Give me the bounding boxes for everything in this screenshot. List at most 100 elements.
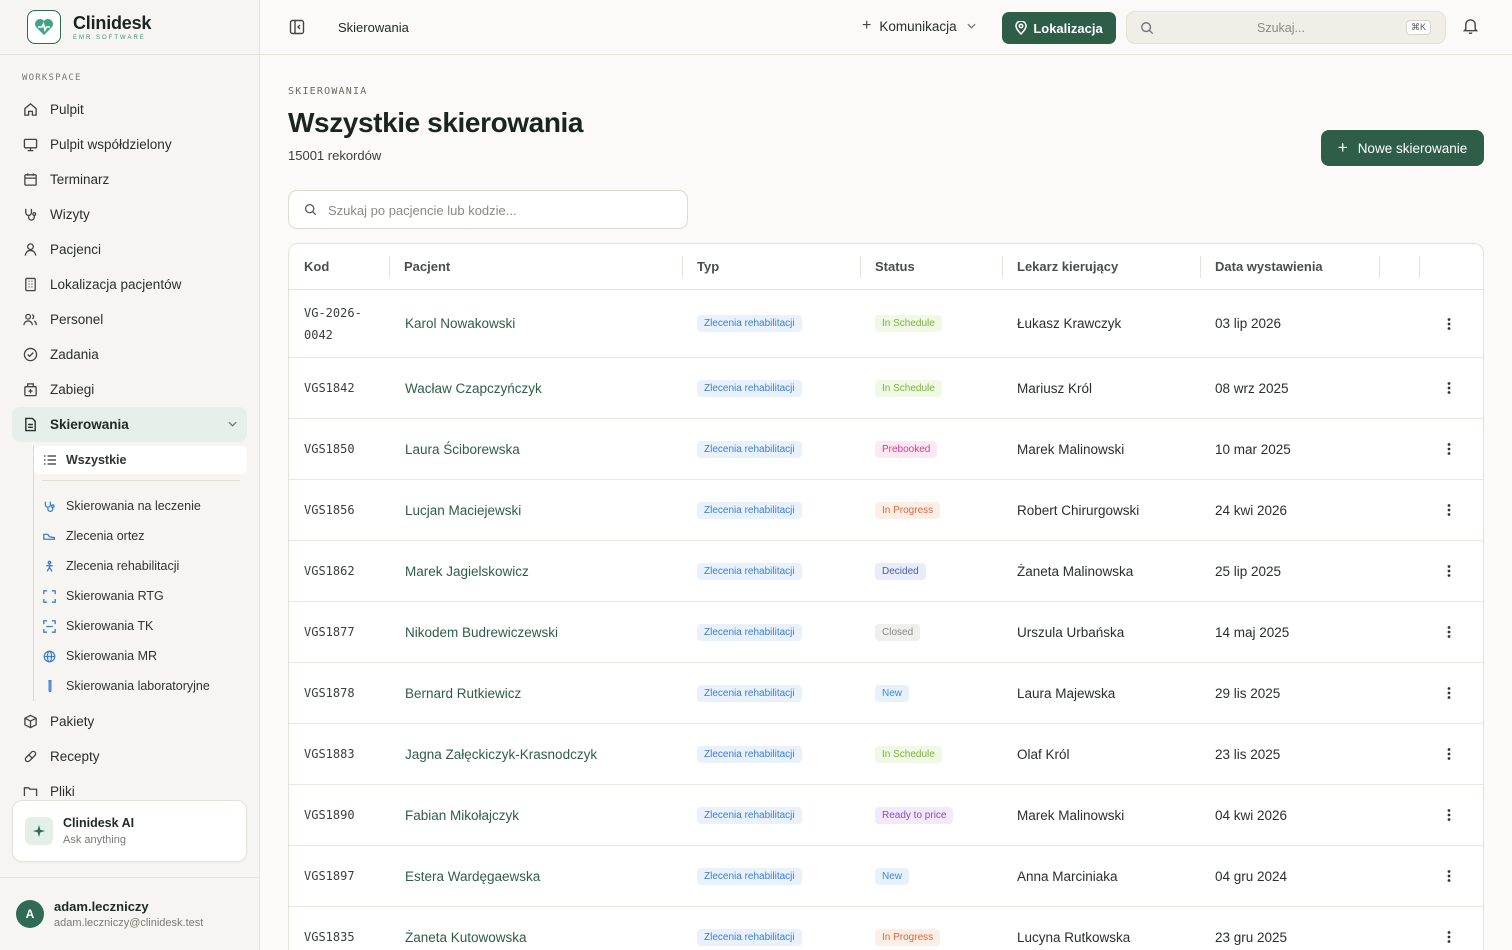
patient-link[interactable]: Bernard Rutkiewicz (405, 663, 521, 723)
sidebar-item-files[interactable]: Pliki (12, 774, 247, 796)
more-actions-icon[interactable] (1447, 541, 1451, 601)
sidebar-item-prescriptions[interactable]: Recepty (12, 739, 247, 774)
status-cell: New (875, 663, 910, 723)
table-row[interactable]: VGS1890 Fabian Mikołajczyk Zlecenia rehabi… (289, 785, 1483, 846)
more-actions-icon[interactable] (1447, 419, 1451, 479)
sidebar-item-patient-locations[interactable]: Lokalizacja pacjentów (12, 267, 247, 302)
patient-link[interactable]: Marek Jagielskowicz (405, 541, 529, 601)
column-header-status[interactable]: Status (875, 259, 915, 274)
plus-icon: + (1337, 138, 1348, 157)
more-actions-icon[interactable] (1447, 358, 1451, 418)
brand[interactable]: Clinidesk EMR SOFTWARE (0, 0, 259, 55)
more-actions-icon[interactable] (1447, 724, 1451, 784)
sub-item-label: Skierowania na leczenie (66, 499, 201, 513)
column-divider (1200, 256, 1201, 278)
type-badge: Zlecenia rehabilitacji (697, 928, 802, 946)
table-row[interactable]: VGS1850 Laura Ściborewska Zlecenia rehabil… (289, 419, 1483, 480)
sub-item-rehab-orders[interactable]: Zlecenia rehabilitacji (34, 551, 247, 581)
column-header-patient[interactable]: Pacjent (404, 259, 450, 274)
column-header-date[interactable]: Data wystawienia (1215, 259, 1323, 274)
status-cell: Prebooked (875, 419, 938, 479)
type-cell: Zlecenia rehabilitacji (697, 724, 802, 784)
global-search-input[interactable]: Szukaj... ⌘K (1126, 11, 1446, 44)
referrals-submenu: Wszystkie Skierowania na leczenie Zlecen… (33, 446, 247, 701)
table-row[interactable]: VGS1856 Lucjan Maciejewski Zlecenia rehabi… (289, 480, 1483, 541)
sub-item-label: Skierowania MR (66, 649, 158, 663)
more-actions-icon[interactable] (1447, 480, 1451, 540)
location-button[interactable]: Lokalizacja (1002, 12, 1116, 44)
status-cell: In Progress (875, 907, 941, 950)
issue-date: 08 wrz 2025 (1215, 380, 1289, 396)
ai-title: Clinidesk AI (63, 816, 135, 830)
sidebar-toggle-icon[interactable] (288, 18, 306, 36)
patient-link[interactable]: Estera Wardęgaewska (405, 846, 540, 906)
more-actions-icon[interactable] (1447, 663, 1451, 723)
table-row[interactable]: VGS1862 Marek Jagielskowicz Zlecenia rehab… (289, 541, 1483, 602)
sub-item-label: Wszystkie (66, 453, 127, 467)
ai-assistant-card[interactable]: Clinidesk AI Ask anything (12, 800, 247, 862)
patient-link[interactable]: Jagna Załęckiczyk-Krasnodczyk (405, 724, 597, 784)
sidebar-item-calendar[interactable]: Terminarz (12, 162, 247, 197)
more-actions-icon[interactable] (1447, 907, 1451, 950)
hospital-icon (22, 382, 38, 398)
sub-item-all[interactable]: Wszystkie (34, 446, 247, 474)
table-row[interactable]: VGS1897 Estera Wardęgaewska Zlecenia rehab… (289, 846, 1483, 907)
status-badge: New (875, 867, 910, 885)
sub-item-orthosis-orders[interactable]: Zlecenia ortez (34, 521, 247, 551)
sub-item-label: Skierowania laboratoryjne (66, 679, 210, 693)
status-badge: Closed (875, 623, 921, 641)
sidebar: Clinidesk EMR SOFTWARE WORKSPACE Pulpit … (0, 0, 260, 950)
patient-link[interactable]: Laura Ściborewska (405, 419, 520, 479)
more-actions-icon[interactable] (1447, 785, 1451, 845)
table-row[interactable]: VGS1883 Jagna Załęckiczyk-Krasnodczyk Zlec… (289, 724, 1483, 785)
list-icon (43, 455, 56, 465)
issue-date: 04 gru 2024 (1215, 868, 1288, 884)
patient-link[interactable]: Wacław Czapczyńczyk (405, 358, 542, 418)
sub-item-mr-referrals[interactable]: Skierowania MR (34, 641, 247, 671)
sidebar-item-referrals[interactable]: Skierowania (12, 407, 247, 442)
more-actions-icon[interactable] (1447, 846, 1451, 906)
type-badge: Zlecenia rehabilitacji (697, 440, 802, 458)
column-header-code[interactable]: Kod (304, 259, 329, 274)
column-header-type[interactable]: Typ (697, 259, 719, 274)
table-row[interactable]: VG-2026- 0042 Karol Nowakowski Zlecenia re… (289, 290, 1483, 358)
patient-link[interactable]: Nikodem Budrewiczewski (405, 602, 558, 662)
referring-doctor: Olaf Król (1017, 746, 1070, 762)
sidebar-item-visits[interactable]: Wizyty (12, 197, 247, 232)
table-row[interactable]: VGS1878 Bernard Rutkiewicz Zlecenia rehabi… (289, 663, 1483, 724)
patient-link[interactable]: Lucjan Maciejewski (405, 480, 521, 540)
record-count: 15001 rekordów (288, 148, 382, 163)
sidebar-item-shared-dashboard[interactable]: Pulpit współdzielony (12, 127, 247, 162)
user-profile[interactable]: A adam.leczniczy adam.leczniczy@clinides… (0, 877, 259, 950)
more-actions-icon[interactable] (1447, 290, 1451, 357)
status-badge: Ready to price (875, 806, 954, 824)
search-placeholder: Szukaj po pacjencie lub kodzie... (328, 203, 517, 218)
patient-link[interactable]: Fabian Mikołajczyk (405, 785, 519, 845)
sidebar-item-procedures[interactable]: Zabiegi (12, 372, 247, 407)
patient-link[interactable]: Żaneta Kutowowska (405, 907, 527, 950)
sub-item-xray-referrals[interactable]: Skierowania RTG (34, 581, 247, 611)
referral-search-input[interactable]: Szukaj po pacjencie lub kodzie... (288, 190, 688, 229)
new-referral-button[interactable]: + Nowe skierowanie (1321, 130, 1484, 166)
chevron-down-icon[interactable] (228, 419, 237, 430)
sidebar-item-tasks[interactable]: Zadania (12, 337, 247, 372)
status-badge: Decided (875, 562, 926, 580)
breadcrumb[interactable]: Skierowania (338, 20, 409, 35)
bell-icon[interactable] (1463, 18, 1478, 34)
table-row[interactable]: VGS1842 Wacław Czapczyńczyk Zlecenia rehab… (289, 358, 1483, 419)
sub-item-ct-referrals[interactable]: Skierowania TK (34, 611, 247, 641)
more-actions-icon[interactable] (1447, 602, 1451, 662)
sidebar-item-staff[interactable]: Personel (12, 302, 247, 337)
communication-menu[interactable]: + Komunikacja (862, 17, 976, 35)
sidebar-item-patients[interactable]: Pacjenci (12, 232, 247, 267)
sub-item-treatment-referrals[interactable]: Skierowania na leczenie (34, 491, 247, 521)
sub-item-label: Skierowania TK (66, 619, 154, 633)
sidebar-item-packages[interactable]: Pakiety (12, 704, 247, 739)
sidebar-item-pulpit[interactable]: Pulpit (12, 92, 247, 127)
sub-item-lab-referrals[interactable]: Skierowania laboratoryjne (34, 671, 247, 701)
patient-link[interactable]: Karol Nowakowski (405, 290, 515, 357)
column-header-doctor[interactable]: Lekarz kierujący (1017, 259, 1118, 274)
table-row[interactable]: VGS1835 Żaneta Kutowowska Zlecenia rehabil… (289, 907, 1483, 950)
table-row[interactable]: VGS1877 Nikodem Budrewiczewski Zlecenia re… (289, 602, 1483, 663)
shoe-icon (43, 530, 56, 542)
